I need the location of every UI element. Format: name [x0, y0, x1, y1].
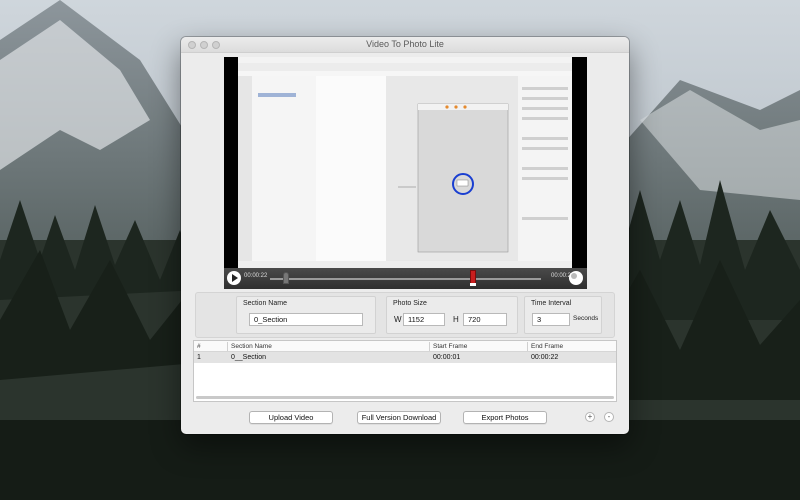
- table-header: # Section Name Start Frame End Frame: [194, 341, 616, 352]
- table-row[interactable]: 1 0__Section 00:00:01 00:00:22: [194, 352, 616, 363]
- settings-panel: Section Name Photo Size W H Time Interva…: [195, 292, 615, 338]
- play-icon[interactable]: [227, 271, 241, 285]
- start-marker-handle[interactable]: [283, 272, 290, 284]
- row-start-frame: 00:00:01: [433, 354, 461, 361]
- upload-video-button[interactable]: Upload Video: [249, 411, 333, 424]
- video-frame-thumbnail: [238, 57, 572, 268]
- time-interval-input[interactable]: [532, 313, 570, 326]
- volume-icon[interactable]: [569, 271, 583, 285]
- height-label: H: [453, 315, 459, 324]
- row-section-name: 0__Section: [231, 354, 267, 361]
- col-header-end[interactable]: End Frame: [531, 343, 563, 350]
- column-separator: [527, 342, 528, 351]
- column-separator: [429, 342, 430, 351]
- horizontal-scrollbar[interactable]: [196, 396, 614, 399]
- end-marker-handle[interactable]: [470, 270, 477, 286]
- row-number: 1: [197, 354, 201, 361]
- title-bar[interactable]: Video To Photo Lite: [181, 37, 629, 53]
- section-name-input[interactable]: [249, 313, 363, 326]
- sections-table[interactable]: # Section Name Start Frame End Frame 1 0…: [193, 340, 617, 402]
- time-interval-group: Time Interval Seconds: [524, 296, 602, 334]
- time-interval-label: Time Interval: [531, 300, 572, 307]
- xcode-screenshot-frame: [238, 57, 572, 268]
- remove-section-button[interactable]: -: [604, 412, 614, 422]
- app-window: Video To Photo Lite 00:00:22 00:00:29 Se…: [181, 37, 629, 434]
- column-separator: [227, 342, 228, 351]
- section-name-group: Section Name: [236, 296, 376, 334]
- height-input[interactable]: [463, 313, 507, 326]
- video-preview[interactable]: 00:00:22 00:00:29: [224, 57, 587, 289]
- row-end-frame: 00:00:22: [531, 354, 559, 361]
- photo-size-group: Photo Size W H: [386, 296, 518, 334]
- full-version-download-button[interactable]: Full Version Download: [357, 411, 441, 424]
- col-header-section[interactable]: Section Name: [231, 343, 272, 350]
- current-time: 00:00:22: [244, 273, 268, 279]
- timeline-track[interactable]: [270, 278, 541, 280]
- video-controls: 00:00:22 00:00:29: [224, 268, 587, 289]
- window-title: Video To Photo Lite: [366, 39, 444, 49]
- seconds-label: Seconds: [573, 315, 599, 322]
- col-header-number[interactable]: #: [197, 343, 201, 350]
- width-label: W: [394, 315, 402, 324]
- col-header-start[interactable]: Start Frame: [433, 343, 467, 350]
- section-name-label: Section Name: [243, 300, 287, 307]
- export-photos-button[interactable]: Export Photos: [463, 411, 547, 424]
- add-section-button[interactable]: +: [585, 412, 595, 422]
- width-input[interactable]: [403, 313, 445, 326]
- photo-size-label: Photo Size: [393, 300, 427, 307]
